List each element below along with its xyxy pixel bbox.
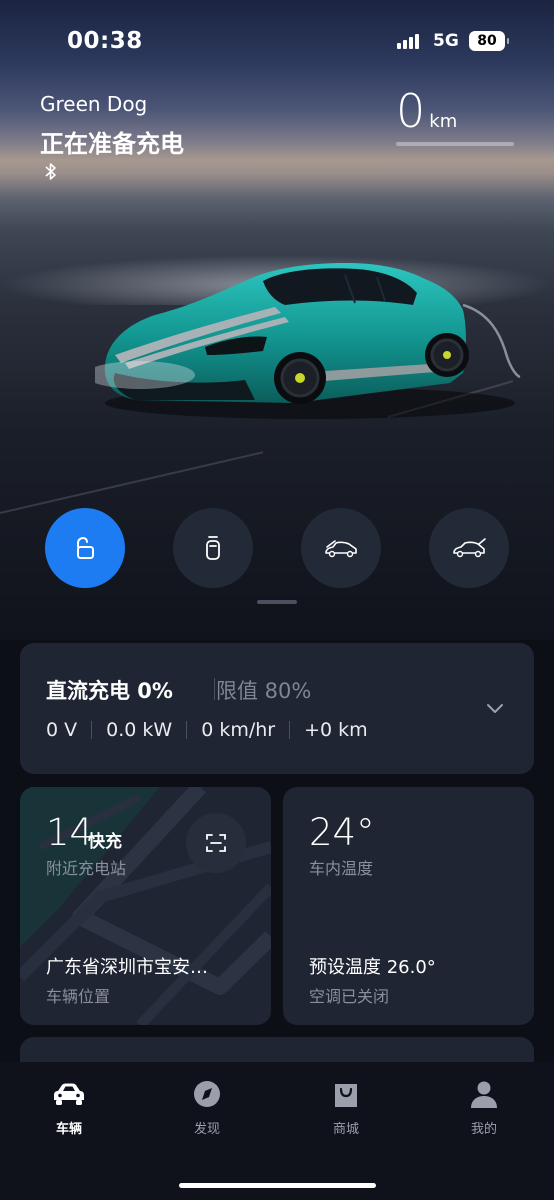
trunk-button[interactable] [429,508,509,588]
frunk-icon [325,540,357,558]
tab-discover[interactable]: 发现 [167,1080,247,1137]
tab-label: 车辆 [55,1122,82,1137]
tab-store[interactable]: 商城 [306,1080,386,1137]
nearby-stations-label: 附近充电站 [46,859,127,878]
scan-button[interactable] [186,813,246,873]
charging-power: 0.0 kW [106,719,173,741]
charging-stats: 0 V 0.0 kW 0 km/hr +0 km [46,719,368,741]
status-time: 00:38 [67,28,143,54]
charging-stations-card[interactable]: 14 快充 附近充电站 广东省深圳市宝安… 车辆位置 [20,787,271,1025]
range-value: 0 [396,84,426,138]
station-type: 快充 [88,832,122,852]
key-fob-button[interactable] [173,508,253,588]
cabin-temperature-label: 车内温度 [309,859,374,878]
cabin-temperature: 24° [309,811,375,854]
vehicle-status: 正在准备充电 [40,130,184,158]
ac-status: 空调已关闭 [309,987,390,1006]
tab-vehicle[interactable]: 车辆 [29,1080,109,1137]
shopping-bag-icon [335,1084,357,1107]
charge-limit: 限值 80% [216,679,312,703]
unlock-icon [77,536,94,559]
charging-voltage: 0 V [46,719,78,741]
bluetooth-icon [45,163,56,180]
charging-title: 直流充电 0% [46,679,173,703]
tab-label: 商城 [332,1122,359,1137]
preset-temperature: 预设温度 26.0° [309,957,436,978]
station-count: 14 [46,811,94,854]
profile-icon [471,1081,497,1108]
trunk-icon [453,538,486,558]
charging-rate: 0 km/hr [201,719,276,741]
cell-signal-icon [397,33,419,49]
battery-indicator: 80 [469,31,509,51]
tab-profile[interactable]: 我的 [444,1080,524,1137]
floor-line [0,451,264,514]
charging-card[interactable]: 直流充电 0% 限值 80% 0 V 0.0 kW 0 km/hr +0 km [20,643,534,774]
home-indicator[interactable] [179,1183,376,1188]
frunk-button[interactable] [301,508,381,588]
scan-icon [206,834,226,852]
divider [91,721,93,739]
network-type: 5G [433,31,459,51]
compass-icon [194,1081,220,1107]
unlock-button[interactable] [45,508,125,588]
range-display: 0 km [396,84,516,146]
range-bar [396,142,514,146]
vehicle-location-label: 车辆位置 [46,987,111,1006]
climate-card[interactable]: 24° 车内温度 预设温度 26.0° 空调已关闭 [283,787,534,1025]
tab-label: 我的 [470,1122,497,1137]
sheet-drag-handle[interactable] [257,600,297,604]
divider [214,678,215,700]
divider [186,721,188,739]
key-fob-icon [206,536,220,560]
quick-controls [0,508,554,588]
chevron-down-icon[interactable] [486,703,504,715]
car-image [95,263,521,419]
charging-added-range: +0 km [304,719,368,741]
car-icon [54,1083,84,1105]
bottom-tab-bar: 车辆 发现 商城 我的 [0,1062,554,1200]
status-bar: 00:38 5G 80 [0,0,554,80]
range-unit: km [429,111,458,132]
vehicle-location: 广东省深圳市宝安… [46,957,208,978]
divider [289,721,291,739]
vehicle-name[interactable]: Green Dog [40,92,147,116]
tab-label: 发现 [193,1122,220,1137]
